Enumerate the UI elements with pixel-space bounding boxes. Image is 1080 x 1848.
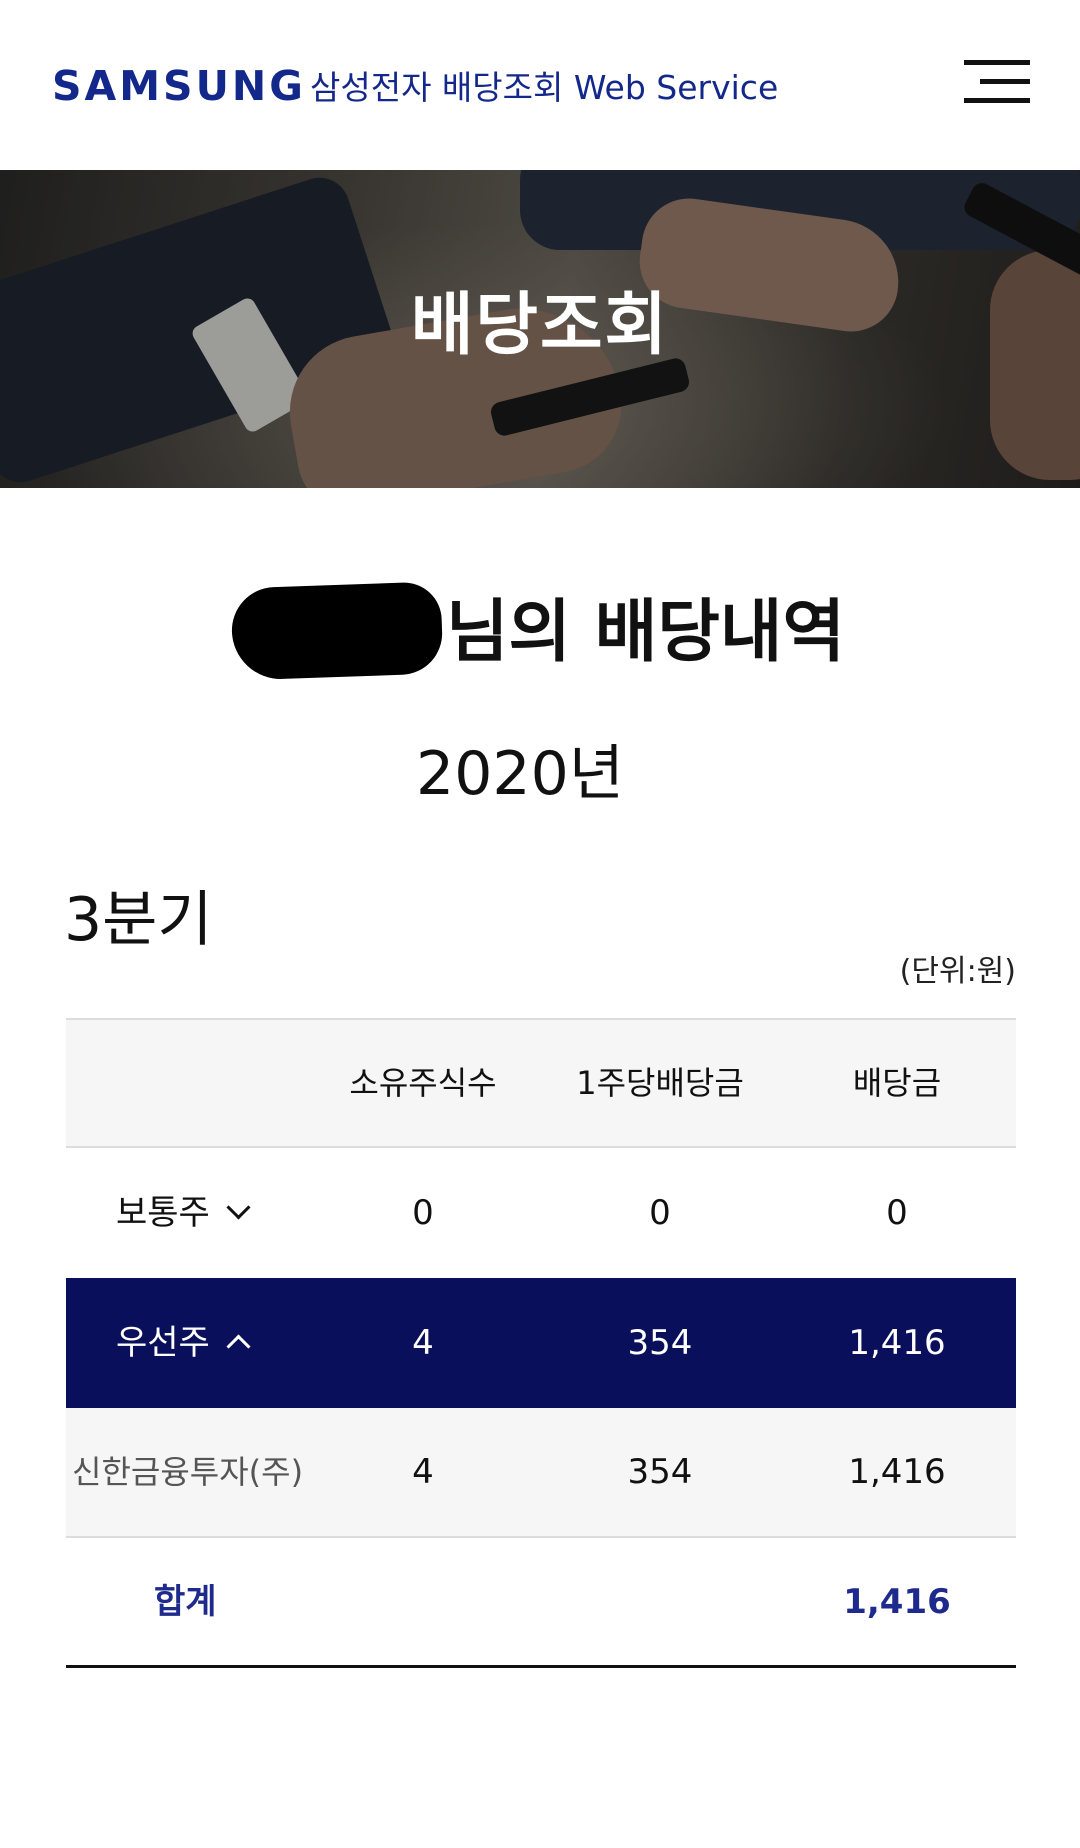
table-header-row: 소유주식수 1주당배당금 배당금 <box>66 1018 1016 1148</box>
column-header-shares: 소유주식수 <box>349 1064 497 1102</box>
preferred-stock-toggle[interactable]: 우선주 <box>66 1323 304 1363</box>
common-stock-dividend: 0 <box>886 1193 908 1233</box>
samsung-logo[interactable]: SAMSUNG <box>52 62 306 110</box>
broker-name: 신한금융투자(주) <box>72 1453 304 1491</box>
hero-banner: 배당조회 <box>0 170 1080 488</box>
preferred-stock-per-share: 354 <box>627 1323 693 1363</box>
column-header-dividend: 배당금 <box>852 1064 942 1102</box>
common-stock-toggle[interactable]: 보통주 <box>66 1193 304 1233</box>
preferred-stock-shares: 4 <box>412 1323 434 1363</box>
preferred-stock-row[interactable]: 우선주 4 354 1,416 <box>66 1278 1016 1408</box>
redacted-name <box>230 581 444 681</box>
common-stock-row[interactable]: 보통주 0 0 0 <box>66 1148 1016 1278</box>
total-row: 합계 1,416 <box>66 1538 1016 1668</box>
preferred-stock-label: 우선주 <box>116 1323 210 1363</box>
common-stock-per-share: 0 <box>649 1193 671 1233</box>
menu-button[interactable] <box>964 58 1030 106</box>
common-stock-shares: 0 <box>412 1193 434 1233</box>
dividend-history-heading: 님의 배당내역 <box>446 593 846 672</box>
common-stock-label: 보통주 <box>116 1193 210 1233</box>
broker-per-share: 354 <box>627 1452 693 1492</box>
preferred-stock-dividend: 1,416 <box>848 1323 946 1363</box>
year-label: 2020년 <box>416 739 624 809</box>
total-label: 합계 <box>154 1581 217 1622</box>
broker-row: 신한금융투자(주) 4 354 1,416 <box>66 1408 1016 1538</box>
unit-label: (단위:원) <box>899 954 1016 989</box>
quarter-label: 3분기 <box>64 885 213 955</box>
dividend-table: 소유주식수 1주당배당금 배당금 보통주 0 0 0 우선주 4 354 1,4… <box>66 1018 1016 1668</box>
column-header-per-share: 1주당배당금 <box>576 1064 744 1102</box>
chevron-up-icon <box>226 1334 251 1359</box>
broker-dividend: 1,416 <box>848 1452 946 1492</box>
service-title: 삼성전자 배당조회 Web Service <box>310 68 779 107</box>
chevron-down-icon <box>226 1195 251 1220</box>
app-header: SAMSUNG 삼성전자 배당조회 Web Service <box>0 0 1080 170</box>
broker-shares: 4 <box>412 1452 434 1492</box>
total-dividend: 1,416 <box>843 1581 951 1622</box>
hero-title: 배당조회 <box>410 286 670 365</box>
